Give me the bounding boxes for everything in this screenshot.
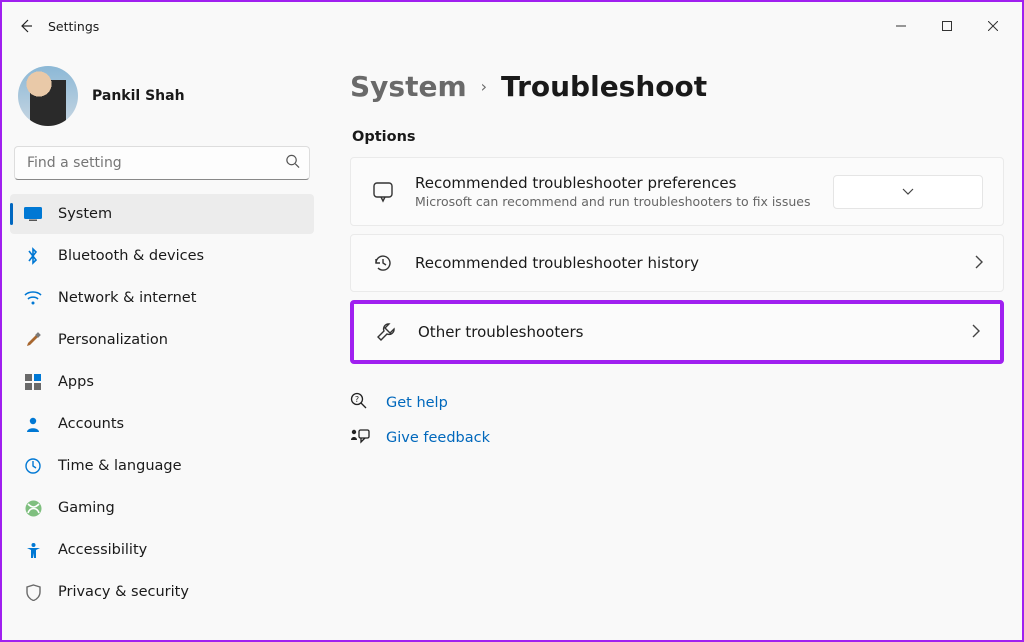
card-recommended-history[interactable]: Recommended troubleshooter history [350, 234, 1004, 292]
xbox-icon [24, 499, 42, 517]
avatar [18, 66, 78, 126]
sidebar-item-label: Privacy & security [58, 584, 189, 600]
link-text[interactable]: Give feedback [386, 430, 490, 446]
breadcrumb-parent[interactable]: System [350, 70, 467, 103]
maximize-button[interactable] [924, 10, 970, 42]
card-title: Recommended troubleshooter preferences [415, 174, 813, 192]
chevron-right-icon [975, 254, 983, 273]
preference-dropdown[interactable] [833, 175, 983, 209]
sidebar-item-label: Apps [58, 374, 94, 390]
sidebar-item-label: Accounts [58, 416, 124, 432]
sidebar-item-label: Personalization [58, 332, 168, 348]
arrow-left-icon [18, 18, 34, 34]
give-feedback-link[interactable]: Give feedback [350, 428, 1004, 448]
sidebar-item-personalization[interactable]: Personalization [10, 320, 314, 360]
person-icon [24, 415, 42, 433]
sidebar-item-label: Accessibility [58, 542, 147, 558]
sidebar-item-time[interactable]: Time & language [10, 446, 314, 486]
back-button[interactable] [8, 8, 44, 44]
card-title: Other troubleshooters [418, 323, 952, 341]
sidebar-item-bluetooth[interactable]: Bluetooth & devices [10, 236, 314, 276]
sidebar-item-gaming[interactable]: Gaming [10, 488, 314, 528]
sidebar: Pankil Shah System Bluetooth & devices N… [2, 50, 322, 640]
breadcrumb: System › Troubleshoot [350, 70, 1004, 103]
sidebar-item-network[interactable]: Network & internet [10, 278, 314, 318]
apps-icon [24, 373, 42, 391]
help-links: ? Get help Give feedback [350, 392, 1004, 448]
user-name: Pankil Shah [92, 88, 185, 104]
shield-icon [24, 583, 42, 601]
link-text[interactable]: Get help [386, 395, 448, 411]
window-title: Settings [48, 19, 99, 34]
sidebar-item-privacy[interactable]: Privacy & security [10, 572, 314, 612]
chevron-down-icon [902, 188, 914, 196]
search-box[interactable] [14, 146, 310, 180]
user-profile[interactable]: Pankil Shah [8, 58, 316, 142]
close-button[interactable] [970, 10, 1016, 42]
display-icon [24, 205, 42, 223]
main-panel: System › Troubleshoot Options Recommende… [322, 50, 1022, 640]
search-icon [285, 154, 300, 173]
section-heading: Options [352, 129, 1004, 145]
wrench-icon [374, 320, 398, 344]
sidebar-item-system[interactable]: System [10, 194, 314, 234]
clock-globe-icon [24, 457, 42, 475]
chevron-right-icon [972, 323, 980, 342]
chevron-right-icon: › [481, 77, 487, 96]
get-help-link[interactable]: ? Get help [350, 392, 1004, 414]
card-other-troubleshooters[interactable]: Other troubleshooters [350, 300, 1004, 364]
card-title: Recommended troubleshooter history [415, 254, 955, 272]
nav-list: System Bluetooth & devices Network & int… [8, 194, 316, 612]
bluetooth-icon [24, 247, 42, 265]
titlebar: Settings [2, 2, 1022, 50]
tooltip-icon [371, 180, 395, 204]
sidebar-item-apps[interactable]: Apps [10, 362, 314, 402]
sidebar-item-label: System [58, 206, 112, 222]
sidebar-item-label: Gaming [58, 500, 115, 516]
search-input[interactable] [14, 146, 310, 180]
history-icon [371, 251, 395, 275]
feedback-icon [350, 428, 370, 448]
sidebar-item-accounts[interactable]: Accounts [10, 404, 314, 444]
wifi-icon [24, 289, 42, 307]
card-recommended-preferences[interactable]: Recommended troubleshooter preferences M… [350, 157, 1004, 226]
paintbrush-icon [24, 331, 42, 349]
svg-text:?: ? [355, 395, 359, 404]
sidebar-item-label: Network & internet [58, 290, 196, 306]
help-icon: ? [350, 392, 370, 414]
card-subtitle: Microsoft can recommend and run troubles… [415, 194, 813, 209]
page-title: Troubleshoot [501, 70, 707, 103]
accessibility-icon [24, 541, 42, 559]
sidebar-item-accessibility[interactable]: Accessibility [10, 530, 314, 570]
minimize-button[interactable] [878, 10, 924, 42]
sidebar-item-label: Time & language [58, 458, 182, 474]
sidebar-item-label: Bluetooth & devices [58, 248, 204, 264]
